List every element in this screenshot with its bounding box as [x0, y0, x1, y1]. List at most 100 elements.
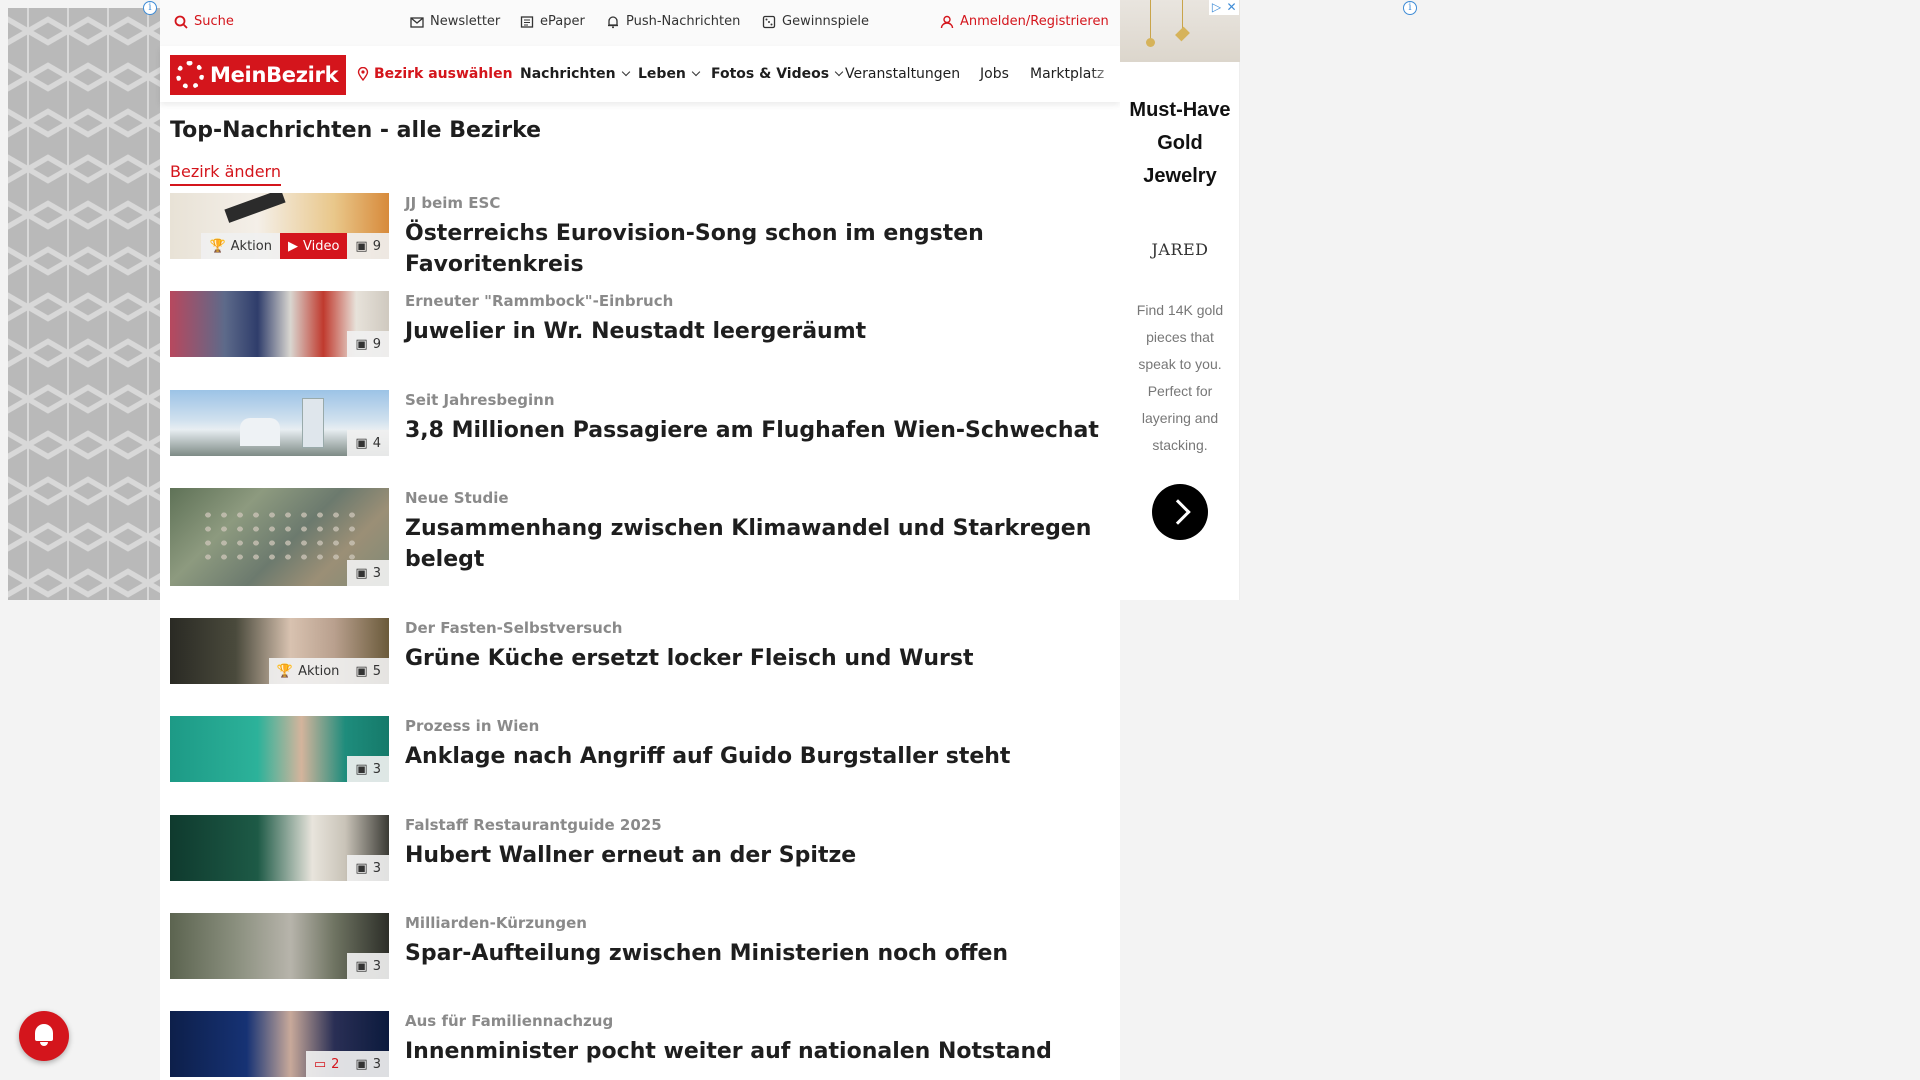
article-item[interactable]: ▣ 3 Milliarden-Kürzungen Spar-Aufteilung …	[170, 913, 1110, 993]
article-headline[interactable]: 3,8 Millionen Passagiere am Flughafen Wi…	[405, 415, 1105, 446]
games-link[interactable]: Gewinnspiele	[762, 14, 869, 29]
article-item[interactable]: ▣ 9 Erneuter "Rammbock"-Einbruch Juwelier…	[170, 291, 1110, 371]
nav-item-nachrichten[interactable]: Nachrichten	[520, 66, 630, 82]
login-label: Anmelden/Registrieren	[960, 14, 1109, 29]
chevron-down-icon	[621, 67, 630, 77]
image-icon: ▣	[355, 435, 368, 451]
article-item[interactable]: 🏆 Aktion ▶ Video ▣ 9 JJ beim ESC Österreich…	[170, 193, 1110, 277]
newsletter-label: Newsletter	[430, 14, 501, 29]
photo-count: 3	[372, 1056, 381, 1072]
image-icon: ▣	[355, 860, 368, 876]
login-link[interactable]: Anmelden/Registrieren	[940, 14, 1109, 29]
ad-next-button[interactable]	[1152, 484, 1208, 540]
nav-overflow-fade	[1090, 46, 1120, 102]
search-icon	[174, 15, 188, 29]
close-icon[interactable]: ✕	[1224, 0, 1239, 15]
article-thumbnail[interactable]: ▣ 3	[170, 913, 389, 979]
badge-label: Aktion	[298, 663, 340, 679]
article-headline[interactable]: Innenminister pocht weiter auf nationale…	[405, 1036, 1105, 1067]
article-thumbnail[interactable]: ▣ 3	[170, 716, 389, 782]
article-thumbnail[interactable]: ▣ 3	[170, 488, 389, 586]
photo-count-badge: ▣ 4	[347, 430, 389, 456]
site-logo[interactable]: MeinBezirk	[170, 55, 346, 95]
thumbnail-badges: 🏆 Aktion ▣ 5	[268, 658, 389, 684]
article-kicker: JJ beim ESC	[405, 194, 501, 212]
nav-item-leben[interactable]: Leben	[638, 66, 701, 82]
article-headline[interactable]: Hubert Wallner erneut an der Spitze	[405, 840, 1105, 871]
article-thumbnail[interactable]: ▭ 2 ▣ 3	[170, 1011, 389, 1077]
notification-bell-button[interactable]	[19, 1011, 69, 1061]
article-headline[interactable]: Österreichs Eurovision-Song schon im eng…	[405, 218, 1105, 280]
photo-count: 3	[372, 565, 381, 581]
ad-info-icon[interactable]: i	[1403, 1, 1417, 15]
dice-icon	[762, 15, 776, 28]
thumbnail-badges: ▣ 3	[347, 953, 389, 979]
photo-count: 3	[372, 860, 381, 876]
article-thumbnail[interactable]: ▣ 9	[170, 291, 389, 357]
article-item[interactable]: ▣ 3 Prozess in Wien Anklage nach Angriff …	[170, 716, 1110, 796]
ad-choices-icon[interactable]: ▷	[1209, 0, 1224, 15]
search-label: Suche	[194, 14, 234, 29]
push-link[interactable]: Push-Nachrichten	[606, 14, 740, 29]
nav-item-veranstaltungen[interactable]: Veranstaltungen	[845, 66, 960, 82]
top-utility-bar: Suche Newsletter ePaper Push-Nachrichten…	[160, 0, 1120, 46]
chevron-down-icon	[834, 67, 844, 77]
photo-count: 3	[372, 958, 381, 974]
article-thumbnail[interactable]: 🏆 Aktion ▶ Video ▣ 9	[170, 193, 389, 259]
article-headline[interactable]: Spar-Aufteilung zwischen Ministerien noc…	[405, 938, 1105, 969]
photo-count-badge: ▣ 9	[347, 331, 389, 357]
main-column: Suche Newsletter ePaper Push-Nachrichten…	[160, 0, 1120, 1080]
article-item[interactable]: ▣ 3 Neue Studie Zusammenhang zwischen Kli…	[170, 488, 1110, 598]
thumbnail-badges: ▣ 3	[347, 855, 389, 881]
article-headline[interactable]: Anklage nach Angriff auf Guido Burgstall…	[405, 741, 1105, 772]
search-link[interactable]: Suche	[174, 14, 234, 29]
article-item[interactable]: ▣ 4 Seit Jahresbeginn 3,8 Millionen Passa…	[170, 390, 1110, 470]
photo-count-badge: ▣ 3	[347, 756, 389, 782]
article-headline[interactable]: Zusammenhang zwischen Klimawandel und St…	[405, 513, 1105, 575]
trophy-icon: 🏆	[209, 238, 226, 254]
thumbnail-badges: ▣ 4	[347, 430, 389, 456]
logo-text: MeinBezirk	[210, 63, 339, 87]
epaper-link[interactable]: ePaper	[520, 14, 585, 29]
article-thumbnail[interactable]: ▣ 3	[170, 815, 389, 881]
article-thumbnail[interactable]: ▣ 4	[170, 390, 389, 456]
photo-count-badge: ▣ 3	[347, 1051, 389, 1077]
comment-count-badge: ▭ 2	[305, 1051, 348, 1077]
thumbnail-badges: ▣ 3	[347, 560, 389, 586]
article-item[interactable]: ▣ 3 Falstaff Restaurantguide 2025 Hubert …	[170, 815, 1110, 895]
image-icon: ▣	[355, 958, 368, 974]
nav-item-jobs[interactable]: Jobs	[980, 66, 1009, 82]
article-item[interactable]: ▭ 2 ▣ 3 Aus für Familiennachzug Innenminis…	[170, 1011, 1110, 1080]
nav-label: Nachrichten	[520, 66, 616, 82]
newsletter-link[interactable]: Newsletter	[410, 14, 500, 29]
left-skyscraper-ad[interactable]	[8, 8, 160, 600]
ad-info-icon[interactable]: i	[143, 1, 157, 15]
nav-item-fotos-videos[interactable]: Fotos & Videos	[711, 66, 844, 82]
epaper-label: ePaper	[540, 14, 585, 29]
change-district-link[interactable]: Bezirk ändern	[170, 162, 281, 186]
article-kicker: Seit Jahresbeginn	[405, 391, 555, 409]
ad-controls: ▷ ✕	[1209, 0, 1239, 15]
aktion-badge: 🏆 Aktion	[201, 233, 280, 259]
right-skyscraper-ad[interactable]: ▷ ✕ Must-Have Gold Jewelry JARED Find 14…	[1120, 0, 1240, 600]
article-thumbnail[interactable]: 🏆 Aktion ▣ 5	[170, 618, 389, 684]
thumbnail-badges: ▣ 9	[347, 331, 389, 357]
article-kicker: Prozess in Wien	[405, 717, 540, 735]
article-kicker: Falstaff Restaurantguide 2025	[405, 816, 662, 834]
article-item[interactable]: 🏆 Aktion ▣ 5 Der Fasten-Selbstversuch Grün…	[170, 618, 1110, 698]
article-headline[interactable]: Juwelier in Wr. Neustadt leergeräumt	[405, 316, 1105, 347]
badge-label: Aktion	[230, 238, 272, 254]
photo-count-badge: ▣ 3	[347, 855, 389, 881]
user-icon	[940, 15, 954, 28]
nav-label: Jobs	[980, 66, 1009, 82]
bell-clapper	[40, 1042, 48, 1046]
article-headline[interactable]: Grüne Küche ersetzt locker Fleisch und W…	[405, 643, 1105, 674]
video-badge: ▶ Video	[279, 233, 348, 259]
trophy-icon: 🏆	[276, 663, 294, 679]
bell-icon	[608, 15, 618, 28]
chevron-down-icon	[691, 67, 701, 77]
image-icon: ▣	[355, 336, 368, 352]
district-select[interactable]: Bezirk auswählen	[356, 66, 513, 82]
ad-brand-logo: JARED	[1151, 240, 1209, 259]
nav-label: Veranstaltungen	[845, 66, 961, 82]
